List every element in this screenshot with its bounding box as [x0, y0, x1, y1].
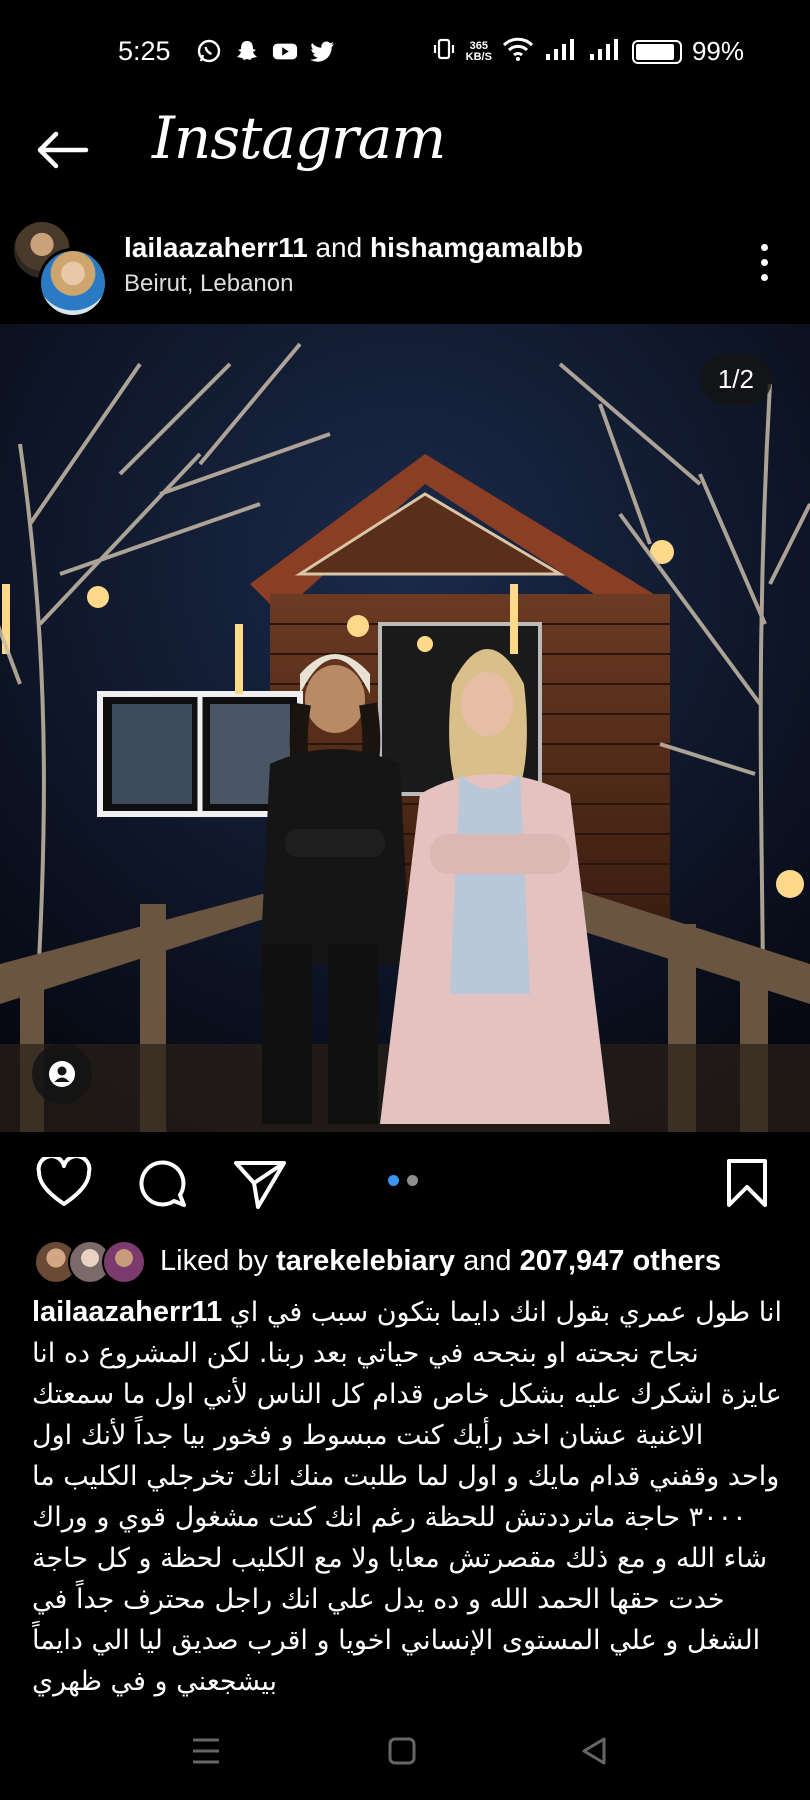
system-back-button[interactable] [578, 1734, 610, 1772]
author-username-1[interactable]: lailaazaherr11 [124, 232, 308, 263]
post-image[interactable]: 1/2 [0, 324, 810, 1132]
bookmark-icon [727, 1159, 767, 1207]
caption-text: شاء الله و مع ذلك مقصرتش معايا ولا مع ال… [32, 1543, 768, 1574]
person-icon [49, 1061, 75, 1087]
avatar-user1[interactable] [38, 248, 108, 318]
liker-username[interactable]: tarekelebiary [276, 1245, 455, 1277]
comment-button[interactable] [136, 1157, 190, 1215]
menu-icon [193, 1738, 219, 1764]
back-button[interactable] [34, 128, 90, 176]
carousel-indicator [388, 1175, 418, 1186]
status-bar: 5:25 365 KB/S 99% [0, 0, 810, 100]
notification-icons [196, 38, 336, 64]
twitter-icon [310, 38, 336, 64]
home-button[interactable] [386, 1734, 418, 1772]
likes-joiner: and [463, 1244, 512, 1277]
network-speed: 365 KB/S [465, 39, 492, 63]
wifi-icon [502, 36, 534, 67]
back-arrow-icon [37, 131, 89, 169]
network-speed-value: 365 [469, 39, 488, 52]
post-header: lailaazaherr11 and hishamgamalbb Beirut,… [0, 212, 810, 318]
whatsapp-icon [196, 38, 222, 64]
caption-line-1: lailaazaherr11 انا طول عمري بقول انك داي… [32, 1292, 782, 1333]
post-caption: lailaazaherr11 انا طول عمري بقول انك داي… [32, 1292, 782, 1702]
home-square-icon [388, 1737, 416, 1765]
liker-avatars [34, 1240, 146, 1284]
liker-avatar [102, 1240, 146, 1284]
youtube-icon [272, 38, 298, 64]
post-authors: lailaazaherr11 and hishamgamalbb [124, 232, 583, 264]
network-speed-unit: KB/S [465, 50, 492, 63]
tagged-users-button[interactable] [32, 1044, 92, 1104]
recent-apps-button[interactable] [190, 1734, 222, 1772]
signal-icon-1 [544, 36, 578, 67]
likes-text: Liked by tarekelebiary and 207,947 other… [160, 1245, 721, 1278]
post-actions [0, 1145, 810, 1215]
battery-percent: 99% [691, 36, 744, 66]
app-header: Instagram [0, 100, 810, 195]
comment-icon [139, 1160, 186, 1207]
system-indicators: 365 KB/S 99% [432, 36, 744, 67]
post-location[interactable]: Beirut, Lebanon [124, 270, 293, 298]
caption-text: بيشجعني و في ظهري [32, 1666, 278, 1697]
snapchat-icon [234, 38, 260, 64]
caption-text: انا طول عمري بقول انك دايما بتكون سبب في… [229, 1297, 782, 1328]
caption-text: نجاح نجحته او بنجحه في حياتي بعد ربنا. ل… [32, 1338, 699, 1369]
heart-icon [36, 1154, 92, 1206]
share-button[interactable] [232, 1157, 288, 1215]
status-time: 5:25 [118, 36, 171, 66]
like-button[interactable] [36, 1154, 92, 1213]
caption-text: الشغل و علي المستوى الإنساني اخويا و اقر… [32, 1625, 761, 1656]
triangle-back-icon [582, 1737, 606, 1765]
battery-icon [631, 39, 682, 64]
caption-username[interactable]: lailaazaherr11 [32, 1292, 222, 1333]
carousel-dot-active [388, 1175, 399, 1186]
carousel-dot [407, 1175, 418, 1186]
image-counter: 1/2 [699, 354, 772, 405]
vibrate-icon [432, 36, 456, 67]
caption-text: واحد وقفني قدام مايك و اول لما طلبت منك … [32, 1461, 780, 1492]
caption-text: خدت حقها الحمد الله و ده يدل علي انك راج… [32, 1584, 725, 1615]
system-nav-bar [0, 1710, 810, 1800]
post-photo [0, 324, 810, 1132]
save-button[interactable] [724, 1157, 770, 1213]
likes-row[interactable]: Liked by tarekelebiary and 207,947 other… [34, 1238, 721, 1284]
likes-count[interactable]: 207,947 others [520, 1245, 722, 1277]
author-username-2[interactable]: hishamgamalbb [370, 232, 583, 263]
caption-text: عايزة اشكرك عليه بشكل خاص قدام كل الناس … [32, 1379, 782, 1410]
send-icon [234, 1161, 286, 1209]
more-options-icon[interactable] [761, 244, 768, 281]
caption-text: ٣٠٠٠ حاجة ماترددتش للحظة رغم انك كنت مشغ… [32, 1502, 747, 1533]
instagram-logo: Instagram [152, 104, 446, 172]
likes-prefix: Liked by [160, 1244, 269, 1277]
caption-text: الاغنية عشان اخد رأيك كنت مبسوط و فخور ب… [32, 1420, 704, 1451]
author-joiner: and [315, 232, 363, 263]
signal-icon-2 [588, 36, 622, 67]
